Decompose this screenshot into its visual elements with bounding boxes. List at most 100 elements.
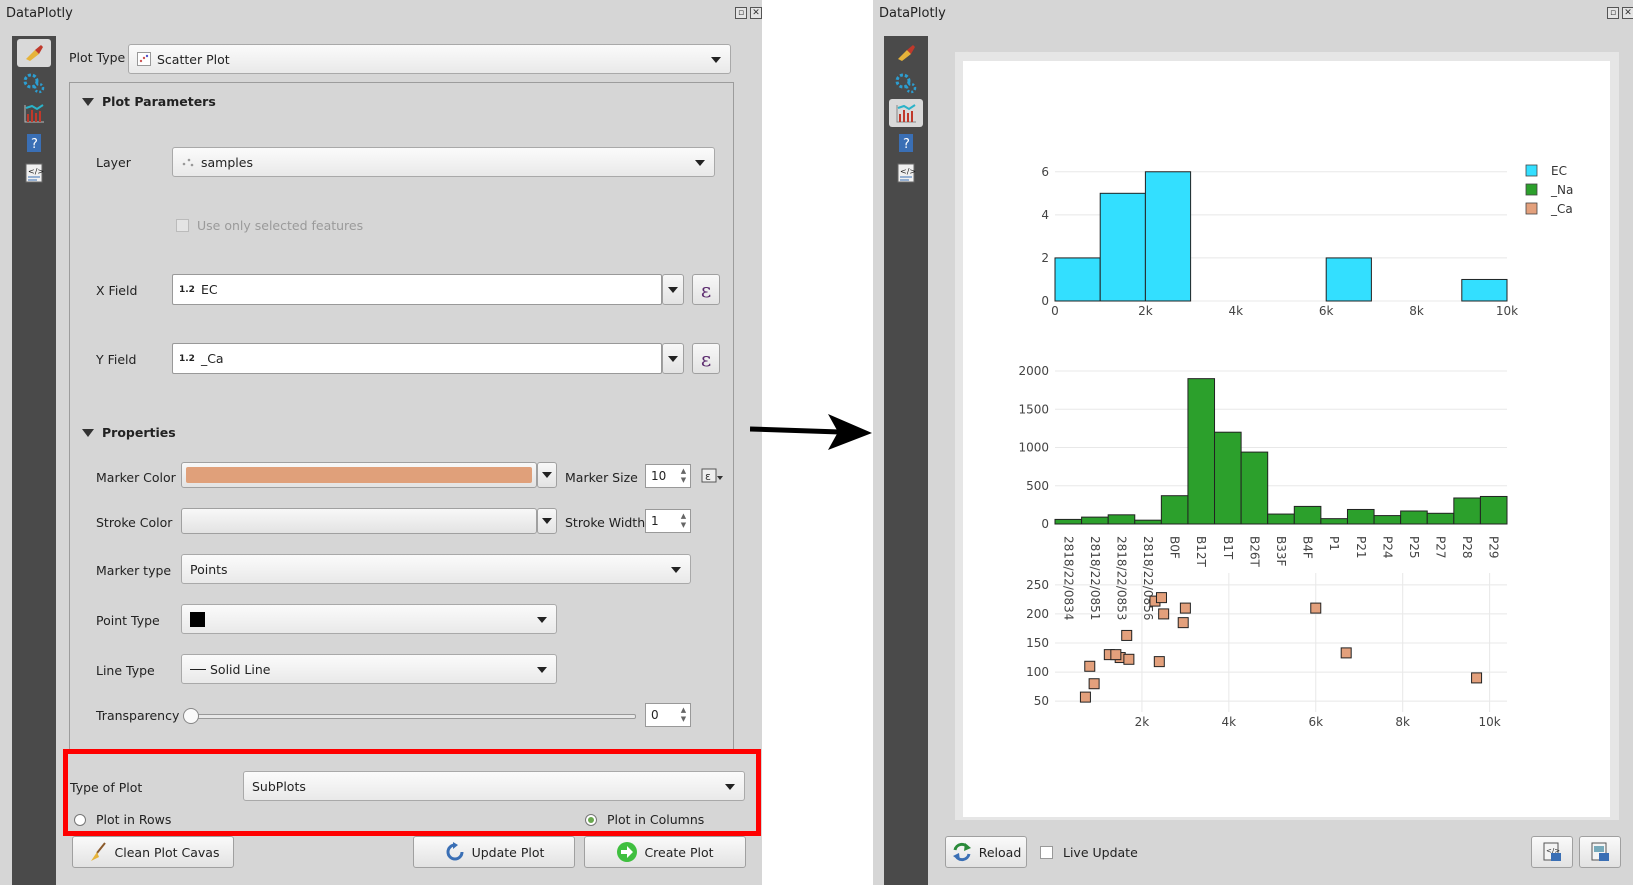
stroke-color-dropdown[interactable] (537, 508, 557, 534)
chevron-down-icon (537, 667, 547, 673)
data-defined-button[interactable]: ε (700, 466, 724, 489)
bar (1346, 508, 1375, 525)
x-tick-label: 4k (1229, 304, 1244, 318)
sidebar: ? </> (884, 36, 928, 885)
chevron-down-icon (542, 472, 552, 478)
save-html-button[interactable]: </> (1531, 836, 1573, 868)
bar (1214, 431, 1242, 525)
save-image-button[interactable] (1579, 836, 1621, 868)
sidebar-item-help[interactable]: ? (889, 129, 923, 157)
sidebar-item-plot[interactable] (17, 39, 51, 67)
properties-title: Properties (102, 425, 176, 440)
marker-color-swatch (186, 467, 532, 483)
bar (1453, 497, 1481, 525)
y-tick-label: 2 (1041, 251, 1049, 265)
y-field-dropdown[interactable] (662, 343, 684, 374)
bar (1160, 495, 1189, 525)
close-button[interactable]: ✕ (750, 7, 762, 19)
numeric-field-icon: 1.2 (179, 284, 195, 295)
sidebar-item-settings[interactable] (17, 69, 51, 97)
plot-type-value: Scatter Plot (157, 51, 230, 67)
marker-size-value: 10 (651, 469, 667, 483)
bar (1134, 519, 1162, 525)
sidebar-item-chart[interactable] (889, 99, 923, 127)
bar (1240, 451, 1269, 525)
y-tick-label: 100 (1026, 665, 1049, 679)
stroke-width-spinbox[interactable]: 1 ▲ ▼ (645, 509, 691, 533)
line-type-label: Line Type (96, 663, 155, 678)
transparency-spinbox[interactable]: 0 ▲ ▼ (645, 703, 691, 727)
export-html-icon: </> (1543, 842, 1561, 861)
properties-header[interactable]: Properties (82, 425, 176, 440)
window-buttons: ▫ ✕ (1607, 7, 1633, 19)
brush-icon (898, 45, 915, 61)
create-plot-button[interactable]: Create Plot (584, 836, 746, 868)
float-button[interactable]: ▫ (1607, 7, 1619, 19)
scatter-point (1088, 678, 1100, 690)
help-icon: ? (27, 134, 41, 152)
legend-swatch (1525, 164, 1538, 177)
plot-canvas[interactable]: 0 2 4 6 0 2k 4k 6k 8k 10k EC _Na _Ca 0 500 1000 1500 2000… (963, 61, 1610, 817)
marker-type-select[interactable]: Points (181, 554, 691, 584)
square-marker-icon (190, 611, 205, 627)
stroke-color-label: Stroke Color (96, 515, 173, 530)
sidebar-item-code[interactable]: </> (889, 159, 923, 187)
point-type-select[interactable] (181, 604, 557, 634)
left-dock-panel: DataPlotly ▫ ✕ ? </> Plot Type Scatter P… (0, 0, 762, 885)
subplots-chart[interactable]: 0 2 4 6 0 2k 4k 6k 8k 10k EC _Na _Ca 0 500 1000 1500 2000… (963, 61, 1610, 817)
live-update-option[interactable]: Live Update (1040, 845, 1138, 860)
reload-button[interactable]: Reload (945, 836, 1027, 868)
svg-text:?: ? (903, 137, 910, 152)
y-tick-label: 1500 (1018, 402, 1049, 416)
marker-color-dropdown[interactable] (537, 462, 557, 488)
transparency-slider-track[interactable] (186, 714, 636, 719)
live-update-checkbox[interactable] (1040, 846, 1053, 859)
x-tick-label: 0 (1051, 304, 1059, 318)
x-field-value: EC (200, 282, 218, 297)
sidebar-item-plot[interactable] (889, 39, 923, 67)
x-tick-label: 6k (1308, 715, 1323, 729)
sidebar-item-chart[interactable] (17, 99, 51, 127)
x-field-dropdown[interactable] (662, 274, 684, 305)
histogram-bar (1099, 192, 1146, 302)
marker-type-label: Marker type (96, 563, 172, 578)
marker-color-button[interactable] (181, 462, 537, 488)
close-button[interactable]: ✕ (1622, 7, 1633, 19)
plot-parameters-group (69, 82, 734, 750)
x-field-input[interactable]: 1.2 EC (172, 274, 662, 305)
x-tick-label: 10k (1479, 715, 1501, 729)
marker-type-value: Points (190, 561, 228, 577)
spin-arrows-icon[interactable]: ▲ ▼ (679, 706, 688, 724)
legend-label: _Na (1550, 183, 1573, 197)
use-selected-checkbox[interactable] (176, 219, 189, 232)
clean-plot-button[interactable]: Clean Plot Cavas (72, 836, 234, 868)
scatter-point (1123, 653, 1135, 665)
spin-arrows-icon[interactable]: ▲ ▼ (679, 467, 688, 485)
marker-size-spinbox[interactable]: 10 ▲ ▼ (645, 464, 691, 488)
line-type-select[interactable]: Solid Line (181, 654, 557, 684)
plot-type-select[interactable]: Scatter Plot (128, 44, 731, 74)
y-tick-label: 50 (1034, 694, 1049, 708)
sidebar-item-help[interactable]: ? (17, 129, 51, 157)
collapse-icon (82, 428, 94, 437)
x-field-expression-button[interactable]: ε (692, 274, 720, 305)
float-button[interactable]: ▫ (735, 7, 747, 19)
svg-text:</>: </> (28, 167, 44, 176)
update-plot-button[interactable]: Update Plot (413, 836, 575, 868)
epsilon-icon: ε (700, 277, 712, 302)
layer-select[interactable]: samples (172, 147, 715, 177)
plot-parameters-header[interactable]: Plot Parameters (82, 94, 216, 109)
spin-arrows-icon[interactable]: ▲ ▼ (679, 512, 688, 530)
stroke-color-button[interactable] (181, 508, 537, 534)
transparency-slider-handle[interactable] (183, 708, 199, 724)
marker-color-label: Marker Color (96, 470, 176, 485)
x-tick-label: P28 (1460, 536, 1474, 559)
y-field-expression-button[interactable]: ε (692, 343, 720, 374)
sidebar-item-settings[interactable] (889, 69, 923, 97)
y-field-input[interactable]: 1.2 _Ca (172, 343, 662, 374)
transparency-value: 0 (651, 708, 659, 722)
y-tick-label: 150 (1026, 636, 1049, 650)
x-tick-label: P29 (1487, 536, 1501, 559)
transition-arrow-icon (750, 414, 872, 450)
sidebar-item-code[interactable]: </> (17, 159, 51, 187)
